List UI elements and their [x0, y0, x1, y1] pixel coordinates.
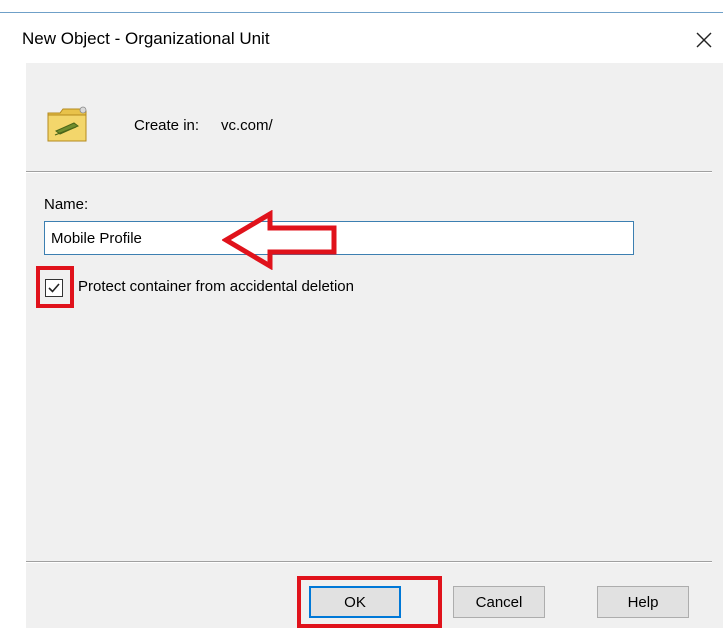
protect-container-label[interactable]: Protect container from accidental deleti…: [78, 278, 354, 295]
help-button[interactable]: Help: [597, 586, 689, 618]
checkmark-icon: [48, 283, 60, 293]
organizational-unit-folder-icon: [44, 101, 92, 149]
separator-bottom: [26, 561, 712, 563]
separator-top: [26, 171, 712, 173]
background-window-strip: [0, 0, 723, 13]
create-in-path: vc.com/: [221, 117, 273, 134]
title-bar[interactable]: New Object - Organizational Unit: [0, 13, 723, 63]
dialog-body: Create in: vc.com/ Name: Protect contain…: [26, 63, 723, 628]
window-title: New Object - Organizational Unit: [22, 29, 270, 48]
close-icon[interactable]: [693, 29, 715, 51]
cancel-button[interactable]: Cancel: [453, 586, 545, 618]
name-label: Name:: [44, 196, 89, 213]
create-in-label: Create in:: [134, 117, 200, 134]
protect-container-checkbox[interactable]: [45, 279, 63, 297]
ok-button[interactable]: OK: [309, 586, 401, 618]
red-arrow-annotation: [222, 210, 337, 270]
